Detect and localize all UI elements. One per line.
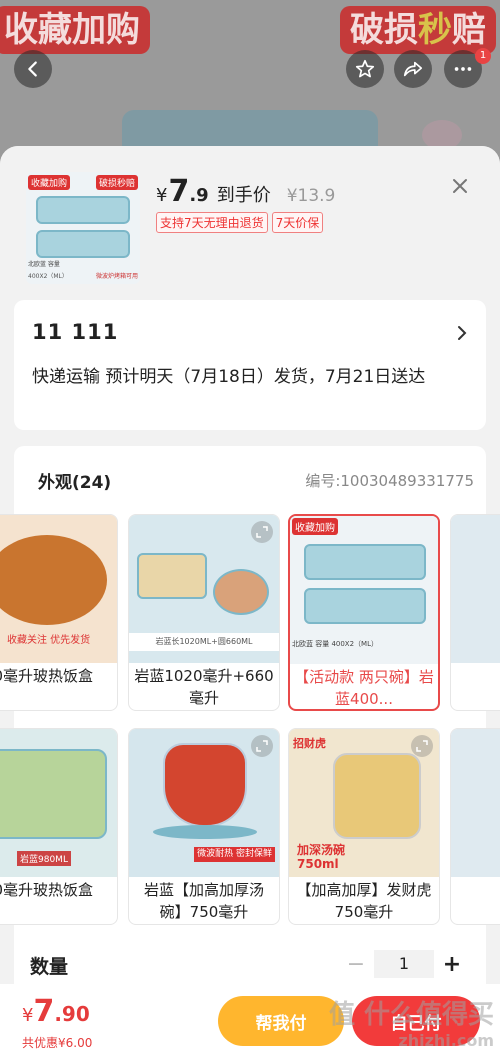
increment-button[interactable]: +: [434, 950, 470, 978]
back-button[interactable]: [14, 50, 52, 88]
zoom-button[interactable]: [251, 735, 273, 757]
help-me-pay-button[interactable]: 帮我付: [218, 996, 344, 1046]
close-icon[interactable]: [450, 176, 470, 196]
price-integer: 7: [168, 174, 190, 209]
address-card[interactable]: 11 111 快递运输 预计明天（7月18日）发货，7月21日送达: [14, 300, 486, 430]
expand-icon: [256, 740, 268, 752]
option-label: 【活动款 两只碗】岩蓝400...: [294, 668, 434, 708]
option-image: 岩蓝980ML: [0, 729, 117, 877]
watermark: 值 什么值得买 zhizhi.com: [328, 1000, 494, 1050]
option-tile-selected[interactable]: 收藏加购 北欧蓝 容量 400X2（ML） 【活动款 两只碗】岩蓝400...: [288, 514, 440, 711]
background-banner-right: 破损秒赔: [340, 6, 496, 54]
zoom-button[interactable]: [411, 735, 433, 757]
quantity-label: 数量: [30, 956, 69, 978]
option-image: 微波耐热 密封保鲜: [129, 729, 279, 877]
expand-icon: [256, 526, 268, 538]
option-caption: 岩蓝980ML: [17, 851, 71, 866]
appearance-title: 外观(24): [38, 473, 112, 493]
thumbnail-tag-left: 收藏加购: [28, 175, 71, 190]
option-label: 岩蓝1020毫升+660毫升: [134, 667, 274, 707]
container-image: [36, 196, 130, 224]
option-tile[interactable]: [450, 728, 500, 925]
discount-text: 共优惠¥6.00: [22, 1036, 93, 1050]
zoom-button[interactable]: [251, 521, 273, 543]
share-icon: [403, 61, 423, 77]
price-symbol: ¥: [156, 185, 168, 206]
background-banner-left: 收藏加购: [0, 6, 150, 54]
option-label: 0毫升玻热饭盒: [0, 667, 93, 685]
shipping-estimate: 快递运输 预计明天（7月18日）发货，7月21日送达: [32, 367, 426, 387]
service-chips: 支持7天无理由退货 7天价保: [156, 212, 324, 233]
option-tile[interactable]: 招财虎 加深汤碗 750ml 【加高加厚】发财虎750毫升: [288, 728, 440, 925]
chevron-right-icon: [458, 326, 467, 340]
option-tile[interactable]: 岩蓝长1020ML+圆660ML 岩蓝1020毫升+660毫升: [128, 514, 280, 711]
option-caption: 北欧蓝 容量 400X2（ML）: [292, 640, 378, 648]
price-row: ¥ 7 .9 到手价 ¥13.9: [156, 174, 335, 209]
thumbnail-tag-right: 破损秒赔: [95, 175, 138, 190]
option-caption: 微波耐热 密封保鲜: [194, 847, 275, 862]
star-icon: [355, 59, 375, 78]
total-price: ¥ 7 .90: [22, 994, 90, 1029]
option-label: 岩蓝【加高加厚汤碗】750毫升: [143, 881, 264, 921]
product-code: 编号:10030489331775: [305, 472, 474, 490]
price-decimal: .9: [189, 185, 209, 206]
option-caption: 收藏关注 优先发货: [7, 635, 91, 646]
option-image: 招财虎 加深汤碗 750ml: [289, 729, 439, 877]
price-protect-chip: 7天价保: [271, 212, 324, 233]
recipient-name: 11 111: [32, 320, 119, 344]
share-button[interactable]: [394, 50, 432, 88]
more-dots-icon: [454, 67, 472, 71]
chevron-left-icon: [28, 61, 37, 77]
thumbnail-label: 北欧蓝 容量: [28, 261, 60, 268]
option-label: 【加高加厚】发财虎750毫升: [296, 881, 432, 921]
decrement-button[interactable]: −: [338, 950, 374, 978]
total-symbol: ¥: [22, 1005, 34, 1026]
thumbnail-caption-2: 微波炉烤箱可用: [95, 273, 138, 280]
quantity-value[interactable]: 1: [374, 950, 434, 978]
option-image: 收藏关注 优先发货: [0, 515, 117, 663]
option-caption: 加深汤碗 750ml: [297, 843, 346, 871]
selected-product-thumbnail[interactable]: 收藏加购 破损秒赔 北欧蓝 容量 400X2（ML） 微波炉烤箱可用: [26, 172, 140, 284]
option-image: [451, 515, 500, 663]
original-price: ¥13.9: [286, 186, 336, 206]
container-image: [36, 230, 130, 258]
total-decimal: .90: [54, 1002, 90, 1026]
sheet-header: 收藏加购 破损秒赔 北欧蓝 容量 400X2（ML） 微波炉烤箱可用 ¥ 7 .…: [0, 146, 500, 296]
thumbnail-caption: 400X2（ML）: [28, 273, 68, 280]
expand-icon: [416, 740, 428, 752]
option-image: 岩蓝长1020ML+圆660ML: [129, 515, 279, 663]
option-tile[interactable]: 微波耐热 密封保鲜 岩蓝【加高加厚汤碗】750毫升: [128, 728, 280, 925]
notification-badge: 1: [475, 48, 491, 64]
option-tile[interactable]: 收藏关注 优先发货 0毫升玻热饭盒: [0, 514, 118, 711]
total-integer: 7: [33, 994, 55, 1029]
price-label: 到手价: [216, 185, 271, 206]
option-tag: 收藏加购: [292, 518, 338, 535]
option-caption: 岩蓝长1020ML+圆660ML: [129, 633, 279, 651]
option-tile[interactable]: [450, 514, 500, 711]
sku-selection-sheet: 收藏加购 破损秒赔 北欧蓝 容量 400X2（ML） 微波炉烤箱可用 ¥ 7 .…: [0, 146, 500, 1056]
quantity-stepper: − 1 +: [338, 950, 470, 978]
checkout-bar: ¥ 7 .90 共优惠¥6.00 帮我付 自己付 值 什么值得买 zhizhi.c…: [0, 984, 500, 1056]
return-policy-chip: 支持7天无理由退货: [156, 212, 268, 233]
favorite-button[interactable]: [346, 50, 384, 88]
option-image: [451, 729, 500, 877]
option-image: 收藏加购 北欧蓝 容量 400X2（ML）: [290, 516, 438, 664]
option-tile[interactable]: 岩蓝980ML 0毫升玻热饭盒: [0, 728, 118, 925]
option-label: 0毫升玻热饭盒: [0, 881, 93, 899]
